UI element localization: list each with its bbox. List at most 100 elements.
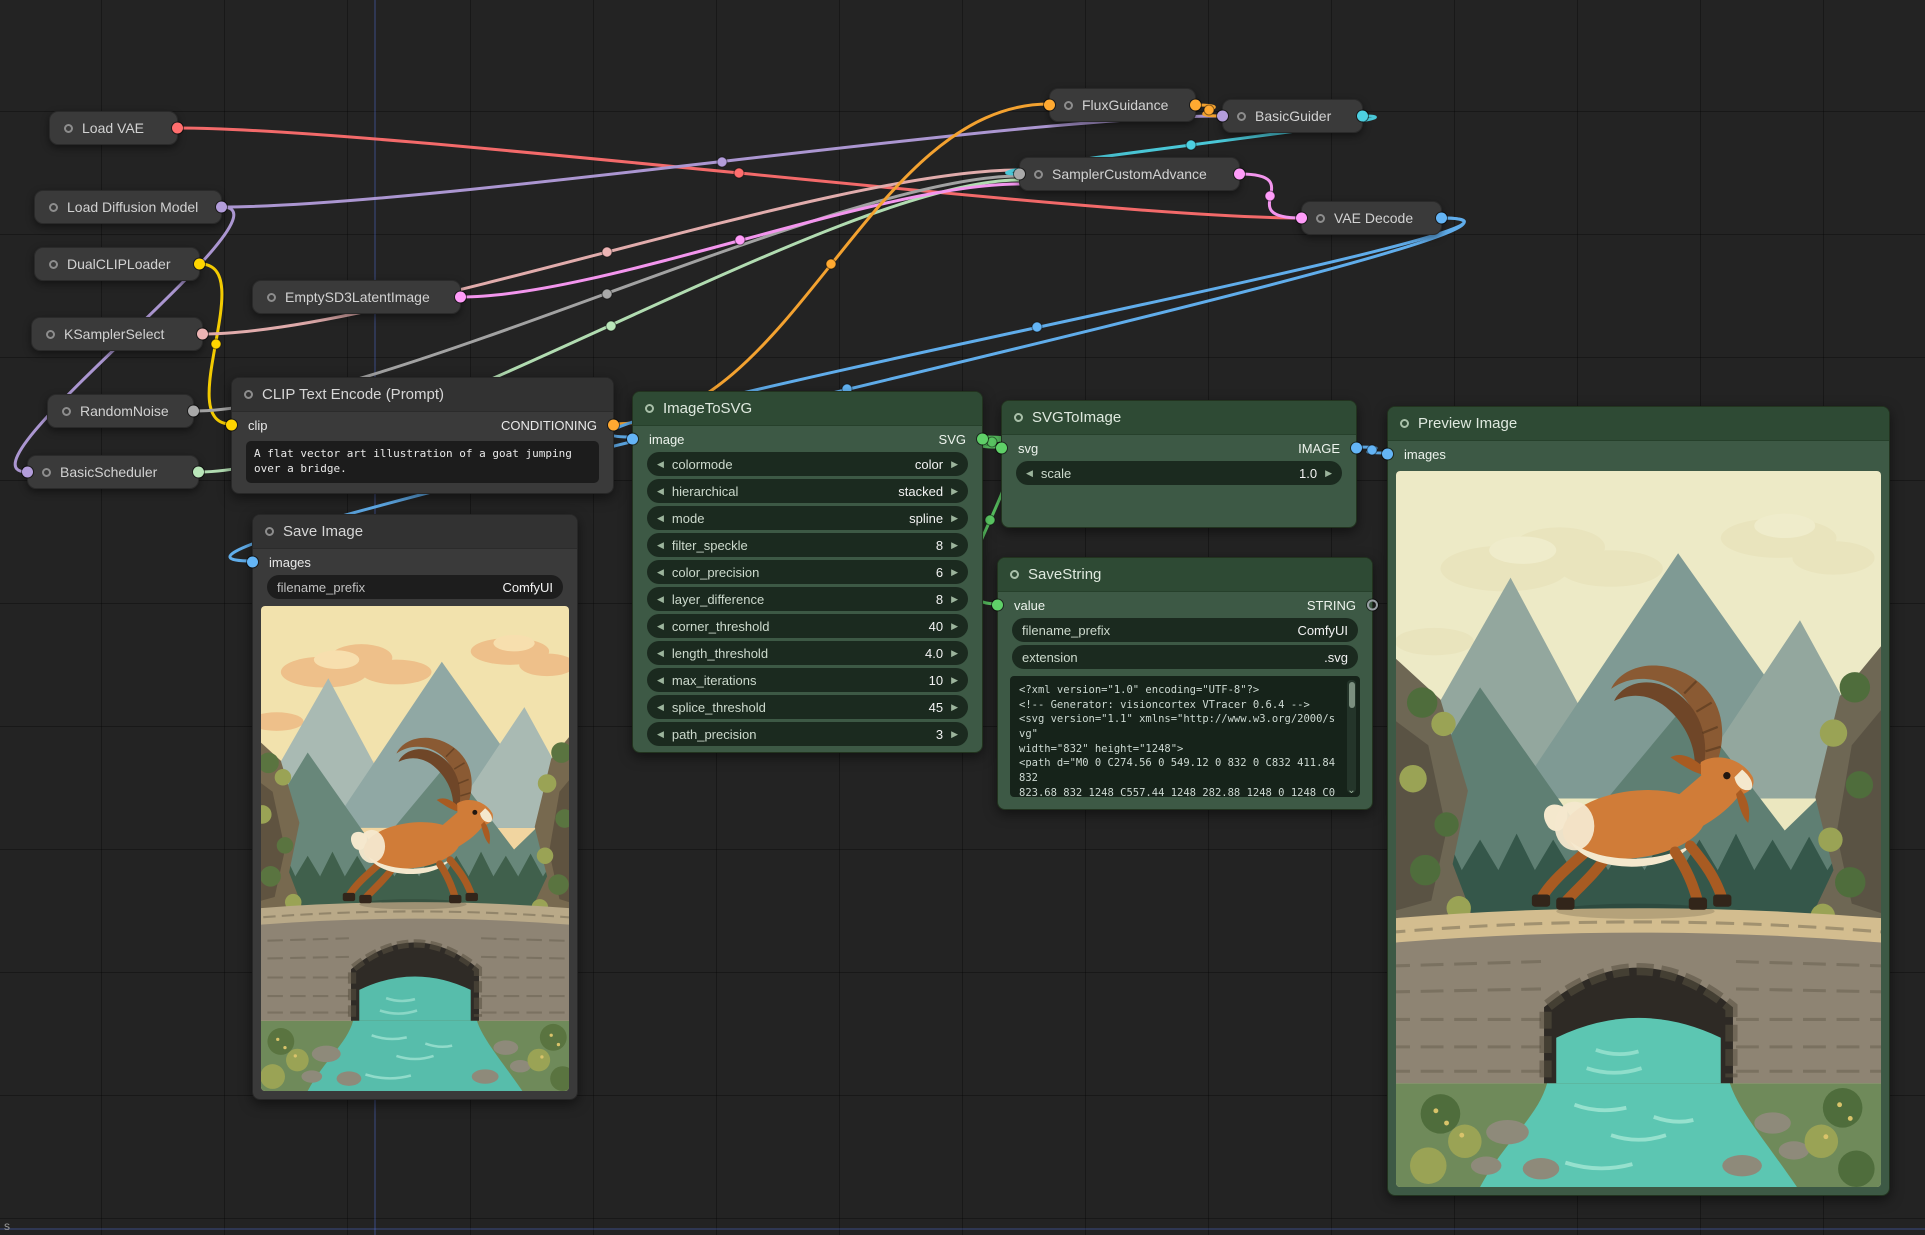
node-image-to-svg[interactable]: ImageToSVG image SVG ◀ colormode color ▶…	[632, 391, 983, 753]
collapse-dot-icon[interactable]	[267, 293, 276, 302]
images-input-port[interactable]	[247, 557, 258, 568]
image-output-port[interactable]	[1436, 213, 1447, 224]
wire-dot[interactable]	[1186, 140, 1196, 150]
collapse-dot-icon[interactable]	[1064, 101, 1073, 110]
model-input-port[interactable]	[22, 467, 33, 478]
wire-dot[interactable]	[602, 247, 612, 257]
node-basic-guider[interactable]: BasicGuider	[1222, 99, 1363, 133]
decrement-arrow-icon[interactable]: ◀	[657, 676, 664, 685]
node-load-diffusion-model[interactable]: Load Diffusion Model	[34, 190, 222, 224]
decrement-arrow-icon[interactable]: ◀	[657, 703, 664, 712]
sigmas-output-port[interactable]	[193, 467, 204, 478]
image-input-port[interactable]	[627, 434, 638, 445]
clip-output-port[interactable]	[194, 259, 205, 270]
scrollbar-thumb[interactable]	[1349, 682, 1355, 708]
collapse-dot-icon[interactable]	[49, 203, 58, 212]
svg-output-port[interactable]	[977, 434, 988, 445]
node-header[interactable]: SVGToImage	[1002, 401, 1356, 435]
wire-dot[interactable]	[1367, 445, 1377, 455]
wire-dot[interactable]	[1204, 105, 1214, 115]
increment-arrow-icon[interactable]: ▶	[951, 595, 958, 604]
images-input-port[interactable]	[1382, 449, 1393, 460]
collapse-dot-icon[interactable]	[62, 407, 71, 416]
decrement-arrow-icon[interactable]: ◀	[657, 514, 664, 523]
collapse-dot-icon[interactable]	[42, 468, 51, 477]
decrement-arrow-icon[interactable]: ◀	[657, 730, 664, 739]
wire-dot[interactable]	[1265, 191, 1275, 201]
svg-source-preview[interactable]: <?xml version="1.0" encoding="UTF-8"?> <…	[1010, 676, 1360, 797]
decrement-arrow-icon[interactable]: ◀	[1026, 469, 1033, 478]
wire-dot[interactable]	[985, 515, 995, 525]
scrollbar[interactable]: ⌄	[1347, 680, 1356, 793]
conditioning-output-port[interactable]	[608, 420, 619, 431]
collapse-dot-icon[interactable]	[265, 527, 274, 536]
value-input-port[interactable]	[992, 600, 1003, 611]
collapse-dot-icon[interactable]	[1034, 170, 1043, 179]
collapse-dot-icon[interactable]	[49, 260, 58, 269]
wire-dot[interactable]	[826, 259, 836, 269]
node-load-vae[interactable]: Load VAE	[49, 111, 178, 145]
decrement-arrow-icon[interactable]: ◀	[657, 595, 664, 604]
node-ksampler-select[interactable]: KSamplerSelect	[31, 317, 203, 351]
increment-arrow-icon[interactable]: ▶	[951, 568, 958, 577]
latent-input-port[interactable]	[1296, 213, 1307, 224]
node-basic-scheduler[interactable]: BasicScheduler	[27, 455, 199, 489]
increment-arrow-icon[interactable]: ▶	[951, 730, 958, 739]
noise-output-port[interactable]	[188, 406, 199, 417]
widget-layer-difference[interactable]: ◀ layer_difference 8 ▶	[647, 587, 968, 611]
widget-hierarchical[interactable]: ◀ hierarchical stacked ▶	[647, 479, 968, 503]
increment-arrow-icon[interactable]: ▶	[951, 487, 958, 496]
widget-filter-speckle[interactable]: ◀ filter_speckle 8 ▶	[647, 533, 968, 557]
node-header[interactable]: ImageToSVG	[633, 392, 982, 426]
node-clip-text-encode[interactable]: CLIP Text Encode (Prompt) clip CONDITION…	[231, 377, 614, 494]
vae-output-port[interactable]	[172, 123, 183, 134]
node-svg-to-image[interactable]: SVGToImage svg IMAGE ◀ scale 1.0 ▶	[1001, 400, 1357, 528]
increment-arrow-icon[interactable]: ▶	[951, 676, 958, 685]
model-output-port[interactable]	[216, 202, 227, 213]
increment-arrow-icon[interactable]: ▶	[951, 622, 958, 631]
wire-dot[interactable]	[717, 157, 727, 167]
collapse-dot-icon[interactable]	[1400, 419, 1409, 428]
node-save-image[interactable]: Save Image images filename_prefix ComfyU…	[252, 514, 578, 1100]
widget-filename-prefix[interactable]: filename_prefix ComfyUI	[267, 575, 563, 599]
prompt-textarea[interactable]: A flat vector art illustration of a goat…	[246, 441, 599, 483]
widget-length-threshold[interactable]: ◀ length_threshold 4.0 ▶	[647, 641, 968, 665]
node-header[interactable]: CLIP Text Encode (Prompt)	[232, 378, 613, 412]
conditioning-output-port[interactable]	[1190, 100, 1201, 111]
collapse-dot-icon[interactable]	[1010, 570, 1019, 579]
node-header[interactable]: Save Image	[253, 515, 577, 549]
wire-dot[interactable]	[602, 289, 612, 299]
collapse-dot-icon[interactable]	[46, 330, 55, 339]
node-empty-sd3-latent-image[interactable]: EmptySD3LatentImage	[252, 280, 461, 314]
widget-extension[interactable]: extension .svg	[1012, 645, 1358, 669]
widget-splice-threshold[interactable]: ◀ splice_threshold 45 ▶	[647, 695, 968, 719]
collapse-dot-icon[interactable]	[1316, 214, 1325, 223]
node-sampler-custom-advance[interactable]: SamplerCustomAdvance	[1019, 157, 1240, 191]
increment-arrow-icon[interactable]: ▶	[1325, 469, 1332, 478]
decrement-arrow-icon[interactable]: ◀	[657, 460, 664, 469]
node-random-noise[interactable]: RandomNoise	[47, 394, 194, 428]
widget-colormode[interactable]: ◀ colormode color ▶	[647, 452, 968, 476]
sampler-output-port[interactable]	[197, 329, 208, 340]
model-input-port[interactable]	[1217, 111, 1228, 122]
svg-input-port[interactable]	[996, 443, 1007, 454]
increment-arrow-icon[interactable]: ▶	[951, 460, 958, 469]
increment-arrow-icon[interactable]: ▶	[951, 541, 958, 550]
conditioning-input-port[interactable]	[1044, 100, 1055, 111]
decrement-arrow-icon[interactable]: ◀	[657, 487, 664, 496]
collapse-dot-icon[interactable]	[1014, 413, 1023, 422]
widget-scale[interactable]: ◀ scale 1.0 ▶	[1016, 461, 1342, 485]
collapse-dot-icon[interactable]	[645, 404, 654, 413]
increment-arrow-icon[interactable]: ▶	[951, 703, 958, 712]
clip-input-port[interactable]	[226, 420, 237, 431]
node-flux-guidance[interactable]: FluxGuidance	[1049, 88, 1196, 122]
scroll-down-icon[interactable]: ⌄	[1347, 785, 1356, 796]
collapse-dot-icon[interactable]	[1237, 112, 1246, 121]
wire-dot[interactable]	[734, 168, 744, 178]
node-graph-canvas[interactable]: Load VAE Load Diffusion Model DualCLIPLo…	[0, 0, 1925, 1235]
increment-arrow-icon[interactable]: ▶	[951, 649, 958, 658]
widget-color-precision[interactable]: ◀ color_precision 6 ▶	[647, 560, 968, 584]
increment-arrow-icon[interactable]: ▶	[951, 514, 958, 523]
widget-mode[interactable]: ◀ mode spline ▶	[647, 506, 968, 530]
wire-dot[interactable]	[606, 321, 616, 331]
